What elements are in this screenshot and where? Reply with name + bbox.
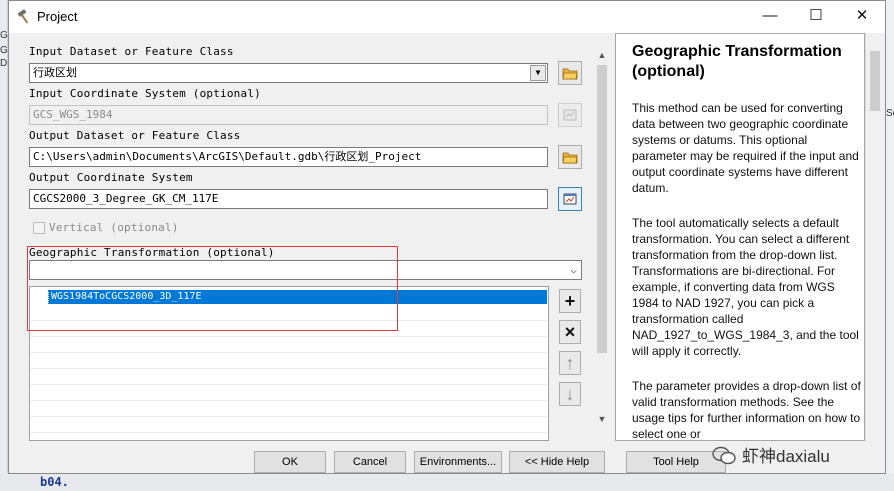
help-paragraph: The parameter provides a drop-down list … [632,379,861,441]
background-fragment: G [0,45,8,56]
move-up-button[interactable]: ↑ [559,351,581,375]
move-down-button[interactable]: ↓ [559,382,581,406]
background-window-strip: G G D, [0,0,10,491]
help-scrollbar[interactable] [865,33,883,441]
input-cs-label: Input Coordinate System (optional) [29,87,261,100]
wechat-icon [712,446,736,465]
vertical-label: Vertical (optional) [49,221,179,234]
output-dataset-label: Output Dataset or Feature Class [29,129,241,142]
scrollbar-thumb[interactable] [597,65,607,353]
background-code-editor: b04. [0,473,894,491]
output-cs-label: Output Coordinate System [29,171,193,184]
watermark: 虾神daxialu [712,442,830,467]
background-fragment: Se [886,108,894,119]
watermark-text: 虾神daxialu [742,447,830,466]
chevron-down-icon[interactable]: ▼ [530,65,546,81]
add-button[interactable]: + [559,289,581,313]
help-paragraph: This method can be used for converting d… [632,101,859,195]
vertical-checkbox[interactable] [33,222,45,234]
hammer-icon [17,9,29,24]
hide-help-button[interactable]: << Hide Help [509,451,605,473]
output-cs-field[interactable]: CGCS2000_3_Degree_GK_CM_117E [29,189,548,209]
browse-input-button[interactable] [558,61,582,85]
scroll-down-icon[interactable]: ▼ [594,411,610,427]
project-dialog: Project — ☐ ✕ Input Dataset or Feature C… [8,0,886,474]
help-panel: Geographic Transformation (optional) Thi… [615,33,865,441]
folder-icon [562,68,578,80]
scroll-up-icon[interactable]: ▲ [594,47,610,63]
remove-button[interactable]: × [559,320,581,344]
folder-icon [562,152,578,164]
maximize-button[interactable]: ☐ [793,1,839,31]
window-title: Project [37,9,78,24]
cancel-button[interactable]: Cancel [334,451,406,473]
output-dataset-field[interactable]: C:\Users\admin\Documents\ArcGIS\Default.… [29,147,548,167]
minimize-button[interactable]: — [747,1,793,31]
tool-help-button[interactable]: Tool Help [626,451,726,473]
environments-button[interactable]: Environments... [414,451,502,473]
properties-icon [563,109,577,121]
help-paragraph: The tool automatically selects a default… [632,216,859,358]
input-dataset-label: Input Dataset or Feature Class [29,45,234,58]
scrollbar-thumb[interactable] [870,51,880,111]
form-scrollbar[interactable]: ▲ ▼ [594,47,610,427]
highlight-box [27,246,398,331]
close-button[interactable]: ✕ [839,1,885,31]
help-heading: Geographic Transformation (optional) [632,43,842,80]
background-code-text: b04. [40,475,69,489]
browse-output-button[interactable] [558,145,582,169]
output-cs-properties-button[interactable] [558,187,582,211]
input-cs-field: GCS_WGS_1984 [29,105,548,125]
ok-button[interactable]: OK [254,451,326,473]
title-bar[interactable]: Project — ☐ ✕ [9,1,885,33]
properties-icon [563,193,577,205]
input-dataset-field[interactable]: 行政区划 ▼ [29,63,548,83]
input-cs-properties-button [558,103,582,127]
input-dataset-value: 行政区划 [33,66,77,79]
background-fragment: G [0,30,8,41]
chevron-down-icon[interactable]: ⌵ [570,261,577,279]
